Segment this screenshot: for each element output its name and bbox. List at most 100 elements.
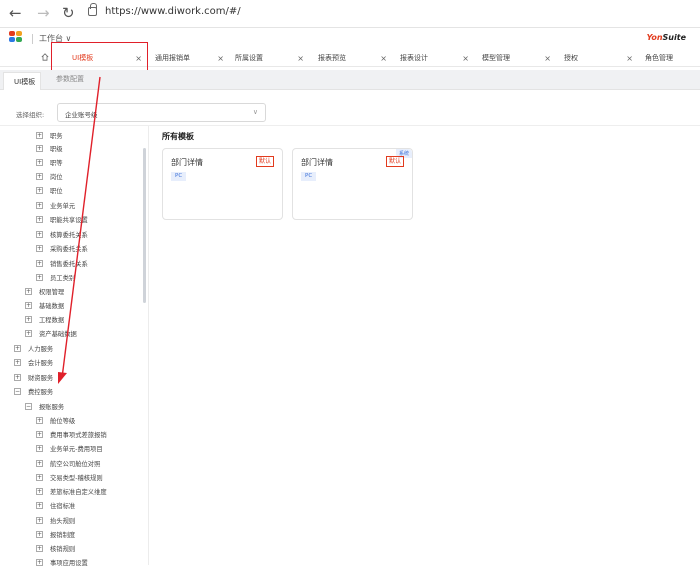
tree-item[interactable]: + 业务单元 — [36, 199, 75, 212]
tree-item[interactable]: − 费控服务 — [14, 385, 53, 398]
expand-icon[interactable]: + — [36, 502, 43, 509]
tab-expense-form[interactable]: 通用报销单 × — [153, 48, 228, 67]
expand-icon[interactable]: + — [36, 145, 43, 152]
tree-item[interactable]: + 抬头规则 — [36, 514, 75, 527]
tree-item-label: 交易类型-稽核规则 — [50, 475, 103, 482]
tree-item[interactable]: + 资产基础数据 — [25, 327, 77, 340]
close-icon[interactable]: × — [380, 54, 387, 63]
tree-item[interactable]: + 职务 — [36, 129, 63, 142]
expand-icon[interactable]: + — [36, 488, 43, 495]
close-icon[interactable]: × — [544, 54, 551, 63]
tree-item-label: 会计服务 — [28, 360, 54, 367]
expand-icon[interactable]: + — [36, 132, 43, 139]
tab-settings[interactable]: 所属设置 × — [233, 48, 308, 67]
template-card[interactable]: 系统 部门详情 默认 PC — [292, 148, 413, 220]
address-bar[interactable]: https://www.diwork.com/#/ — [88, 3, 241, 17]
tree-item[interactable]: + 报销制度 — [36, 528, 75, 541]
tab-authorization[interactable]: 授权 × — [562, 48, 637, 67]
expand-icon[interactable]: + — [36, 417, 43, 424]
expand-icon[interactable]: + — [36, 245, 43, 252]
tree-item[interactable]: + 核算委托关系 — [36, 228, 88, 241]
tree-item[interactable]: − 报账服务 — [25, 400, 64, 413]
tree-item[interactable]: + 事项应用设置 — [36, 556, 88, 569]
tree-item[interactable]: + 差旅标准自定义维度 — [36, 485, 107, 498]
close-icon[interactable]: × — [297, 54, 304, 63]
tab-report-design[interactable]: 报表设计 × — [398, 48, 473, 67]
tree-item-label: 报销制度 — [50, 532, 76, 539]
tree-item[interactable]: + 员工类别 — [36, 271, 75, 284]
expand-icon[interactable]: + — [25, 330, 32, 337]
expand-icon[interactable]: + — [25, 302, 32, 309]
pane-divider — [148, 126, 149, 565]
home-icon[interactable] — [41, 53, 49, 61]
tree-item[interactable]: + 职级 — [36, 142, 63, 155]
expand-icon[interactable]: + — [36, 173, 43, 180]
tree-item[interactable]: + 航空公司舱位对照 — [36, 457, 100, 470]
collapse-icon[interactable]: − — [14, 388, 21, 395]
expand-icon[interactable]: + — [36, 274, 43, 281]
tree-item[interactable]: + 交易类型-稽核规则 — [36, 471, 103, 484]
subtab-params[interactable]: 参数配置 — [56, 74, 84, 84]
tree-item[interactable]: + 财资服务 — [14, 371, 53, 384]
tree-item[interactable]: + 职位 — [36, 184, 63, 197]
tree-item[interactable]: + 会计服务 — [14, 356, 53, 369]
close-icon[interactable]: × — [626, 54, 633, 63]
expand-icon[interactable]: + — [36, 231, 43, 238]
tree-item[interactable]: + 职等 — [36, 156, 63, 169]
collapse-icon[interactable]: − — [25, 403, 32, 410]
expand-icon[interactable]: + — [14, 345, 21, 352]
tree-item[interactable]: + 核销规则 — [36, 542, 75, 555]
expand-icon[interactable]: + — [36, 531, 43, 538]
tree-item[interactable]: + 舱位等级 — [36, 414, 75, 427]
tree-item[interactable]: + 采购委托关系 — [36, 242, 88, 255]
app-grid-icon[interactable] — [9, 31, 23, 43]
back-icon[interactable]: ← — [9, 5, 22, 21]
tab-model-management[interactable]: 模型管理 × — [480, 48, 555, 67]
expand-icon[interactable]: + — [36, 545, 43, 552]
expand-icon[interactable]: + — [25, 316, 32, 323]
forward-icon[interactable]: → — [37, 5, 50, 21]
subtab-ui-template[interactable]: UI模板 — [3, 72, 41, 90]
tree-item[interactable]: + 销售委托关系 — [36, 257, 88, 270]
org-select[interactable]: 企业账号级 ∨ — [57, 103, 266, 122]
scrollbar-thumb[interactable] — [143, 148, 146, 303]
tree-item[interactable]: + 职能共享设置 — [36, 213, 88, 226]
tree-item[interactable]: + 权限管理 — [25, 285, 64, 298]
expand-icon[interactable]: + — [36, 474, 43, 481]
tree-item-label: 资产基础数据 — [39, 331, 77, 338]
tree-item-label: 财资服务 — [28, 375, 54, 382]
platform-tag: PC — [171, 172, 187, 181]
template-card[interactable]: 部门详情 默认 PC — [162, 148, 283, 220]
expand-icon[interactable]: + — [36, 517, 43, 524]
tree-item-label: 基础数据 — [39, 303, 65, 310]
expand-icon[interactable]: + — [36, 187, 43, 194]
tab-role-management[interactable]: 角色管理 — [643, 48, 700, 67]
tree-item[interactable]: + 业务单元-费用项目 — [36, 442, 103, 455]
tree-item[interactable]: + 人力服务 — [14, 342, 53, 355]
tree-item[interactable]: + 住宿标准 — [36, 499, 75, 512]
tree-item-label: 住宿标准 — [50, 503, 76, 510]
expand-icon[interactable]: + — [36, 202, 43, 209]
tree-item-label: 报账服务 — [39, 404, 65, 411]
tree-item-label: 销售委托关系 — [50, 261, 88, 268]
close-icon[interactable]: × — [217, 54, 224, 63]
expand-icon[interactable]: + — [36, 445, 43, 452]
tab-report-preview[interactable]: 报表预览 × — [316, 48, 391, 67]
expand-icon[interactable]: + — [14, 359, 21, 366]
expand-icon[interactable]: + — [36, 159, 43, 166]
expand-icon[interactable]: + — [36, 431, 43, 438]
tree-item[interactable]: + 费用事项式差旅报销 — [36, 428, 107, 441]
expand-icon[interactable]: + — [36, 216, 43, 223]
refresh-icon[interactable]: ↻ — [62, 5, 75, 21]
tree-item[interactable]: + 基础数据 — [25, 299, 64, 312]
expand-icon[interactable]: + — [36, 460, 43, 467]
close-icon[interactable]: × — [462, 54, 469, 63]
url-text: https://www.diwork.com/#/ — [105, 6, 241, 17]
expand-icon[interactable]: + — [14, 374, 21, 381]
expand-icon[interactable]: + — [36, 260, 43, 267]
expand-icon[interactable]: + — [25, 288, 32, 295]
tree-item[interactable]: + 岗位 — [36, 170, 63, 183]
tree-item-label: 舱位等级 — [50, 418, 76, 425]
tree-item-label: 事项应用设置 — [50, 560, 88, 567]
tree-item[interactable]: + 工程数据 — [25, 313, 64, 326]
